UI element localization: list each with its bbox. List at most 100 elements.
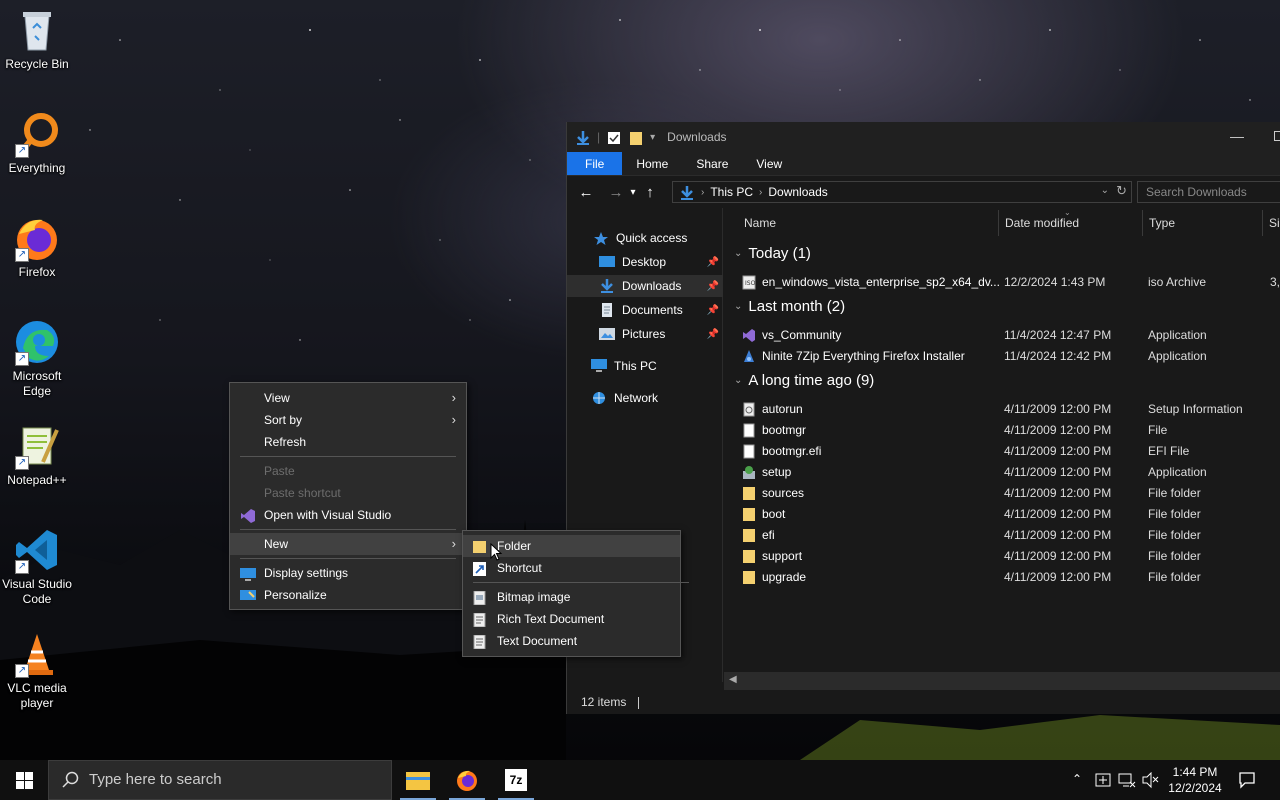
show-hidden-icons-chevron-icon[interactable]: ⌃ (1072, 772, 1082, 800)
file-row[interactable]: bootmgr 4/11/2009 12:00 PM File (742, 420, 1280, 441)
nav-item-documents[interactable]: Documents 📌 (567, 299, 723, 321)
file-row[interactable]: ISO en_windows_vista_enterprise_sp2_x64_… (742, 272, 1280, 293)
tray-security-icon[interactable] (1095, 772, 1111, 800)
file-row[interactable]: vs_Community 11/4/2024 12:47 PM Applicat… (742, 325, 1280, 346)
shortcut-arrow-icon: ↗ (15, 144, 29, 158)
desktop-icon-vscode[interactable]: ↗ Visual Studio Code (0, 526, 74, 607)
file-row[interactable]: support 4/11/2009 12:00 PM File folder (742, 546, 1280, 567)
back-arrow-icon[interactable]: ← (575, 184, 597, 201)
computer-icon (591, 359, 607, 373)
nav-item-quick-access[interactable]: Quick access (567, 227, 723, 249)
breadcrumb-this-pc[interactable]: This PC (710, 185, 753, 199)
column-header-date[interactable]: Date modified (1005, 208, 1079, 238)
file-row[interactable]: upgrade 4/11/2009 12:00 PM File folder (742, 567, 1280, 588)
desktop-icon-everything[interactable]: ↗ Everything (0, 110, 74, 176)
menu-item-sort-by[interactable]: Sort by › (230, 409, 466, 431)
search-downloads-input[interactable]: Search Downloads (1137, 181, 1280, 203)
breadcrumb-downloads[interactable]: Downloads (768, 185, 827, 199)
group-header-today[interactable]: ⌄ Today (1) (734, 245, 811, 262)
title-bar[interactable]: | ▾ Downloads — (567, 122, 1280, 152)
taskbar-search-input[interactable]: Type here to search (48, 760, 392, 800)
breadcrumb-chevron-icon: › (759, 186, 763, 198)
blank-file-icon (742, 423, 756, 441)
minimize-icon[interactable]: — (1230, 128, 1244, 144)
recent-locations-chevron-icon[interactable]: ▾ (627, 187, 639, 198)
column-divider[interactable] (998, 210, 999, 236)
network-status-icon[interactable] (1118, 772, 1136, 800)
visual-studio-icon (240, 508, 256, 530)
visual-studio-installer-icon (742, 328, 756, 346)
file-row[interactable]: sources 4/11/2009 12:00 PM File folder (742, 483, 1280, 504)
menu-item-new[interactable]: New › (230, 533, 466, 555)
group-header-last-month[interactable]: ⌄ Last month (2) (734, 298, 845, 315)
scroll-left-arrow-icon[interactable]: ◀ (729, 674, 737, 685)
nav-item-downloads[interactable]: Downloads 📌 (567, 275, 723, 297)
desktop-icon-firefox[interactable]: ↗ Firefox (0, 214, 74, 280)
desktop-icon-label: Firefox (18, 265, 56, 279)
desktop-icon-edge[interactable]: ↗ Microsoft Edge (0, 318, 74, 399)
horizontal-scrollbar[interactable]: ◀ (724, 672, 1280, 690)
column-header-type[interactable]: Type (1149, 208, 1175, 238)
vscode-icon: ↗ (13, 526, 61, 574)
volume-muted-icon[interactable] (1142, 772, 1160, 800)
file-row[interactable]: setup 4/11/2009 12:00 PM Application (742, 462, 1280, 483)
tab-file[interactable]: File (567, 152, 623, 175)
column-divider[interactable] (1262, 210, 1263, 236)
folder-icon (742, 570, 756, 588)
up-arrow-icon[interactable]: ↑ (639, 184, 661, 201)
menu-item-new-rich-text[interactable]: Rich Text Document (463, 608, 680, 630)
status-bar: 12 items (567, 690, 1280, 714)
tab-share[interactable]: Share (682, 152, 742, 175)
column-header-size[interactable]: Siz (1269, 208, 1280, 238)
desktop-icon-label: Visual Studio Code (2, 577, 72, 606)
folder-icon (742, 549, 756, 567)
column-header-name[interactable]: Name (744, 208, 776, 238)
shortcut-icon (473, 561, 487, 583)
file-row[interactable]: efi 4/11/2009 12:00 PM File folder (742, 525, 1280, 546)
folder-icon (742, 528, 756, 546)
maximize-icon[interactable] (1274, 131, 1280, 141)
customize-toolbar-chevron-icon[interactable]: ▾ (650, 132, 655, 143)
address-bar[interactable]: › This PC › Downloads ⌄ ↻ (672, 181, 1132, 203)
quick-access-download-icon[interactable] (575, 130, 591, 145)
taskbar-app-firefox[interactable] (445, 760, 489, 800)
menu-item-personalize[interactable]: Personalize (230, 584, 466, 606)
notifications-icon[interactable] (1238, 771, 1256, 800)
menu-item-new-bitmap[interactable]: Bitmap image (463, 586, 680, 608)
tab-home[interactable]: Home (622, 152, 682, 175)
nav-item-desktop[interactable]: Desktop 📌 (567, 251, 723, 273)
file-row[interactable]: autorun 4/11/2009 12:00 PM Setup Informa… (742, 399, 1280, 420)
group-header-long-ago[interactable]: ⌄ A long time ago (9) (734, 372, 874, 389)
address-history-chevron-icon[interactable]: ⌄ (1101, 185, 1109, 196)
menu-separator (473, 582, 689, 583)
file-explorer-icon (406, 772, 430, 790)
window-title: Downloads (667, 130, 727, 144)
menu-item-display-settings[interactable]: Display settings (230, 562, 466, 584)
nav-item-network[interactable]: Network (567, 387, 723, 409)
file-row[interactable]: Ninite 7Zip Everything Firefox Installer… (742, 346, 1280, 367)
menu-item-view[interactable]: View › (230, 387, 466, 409)
file-row[interactable]: boot 4/11/2009 12:00 PM File folder (742, 504, 1280, 525)
column-divider[interactable] (1142, 210, 1143, 236)
new-folder-icon[interactable] (628, 130, 644, 145)
forward-arrow-icon[interactable]: → (605, 184, 627, 201)
start-button[interactable] (0, 760, 48, 800)
menu-item-new-text-document[interactable]: Text Document (463, 630, 680, 652)
nav-item-pictures[interactable]: Pictures 📌 (567, 323, 723, 345)
file-row[interactable]: bootmgr.efi 4/11/2009 12:00 PM EFI File (742, 441, 1280, 462)
tab-view[interactable]: View (742, 152, 796, 175)
desktop-icon-recycle-bin[interactable]: Recycle Bin (0, 6, 74, 72)
properties-checkbox-icon[interactable] (606, 130, 622, 144)
title-separator: | (597, 130, 601, 144)
refresh-icon[interactable]: ↻ (1116, 183, 1127, 199)
windows-logo-icon (16, 772, 33, 789)
nav-item-this-pc[interactable]: This PC (567, 355, 723, 377)
menu-item-refresh[interactable]: Refresh (230, 431, 466, 453)
search-icon (62, 771, 79, 788)
desktop-icon-vlc[interactable]: ↗ VLC media player (0, 630, 74, 711)
taskbar-app-7zip[interactable]: 7z (494, 760, 538, 800)
system-clock[interactable]: 1:44 PM 12/2/2024 (1166, 764, 1224, 796)
menu-item-open-with-visual-studio[interactable]: Open with Visual Studio (230, 504, 466, 526)
taskbar-app-file-explorer[interactable] (396, 760, 440, 800)
desktop-icon-notepadpp[interactable]: ↗ Notepad++ (0, 422, 74, 488)
